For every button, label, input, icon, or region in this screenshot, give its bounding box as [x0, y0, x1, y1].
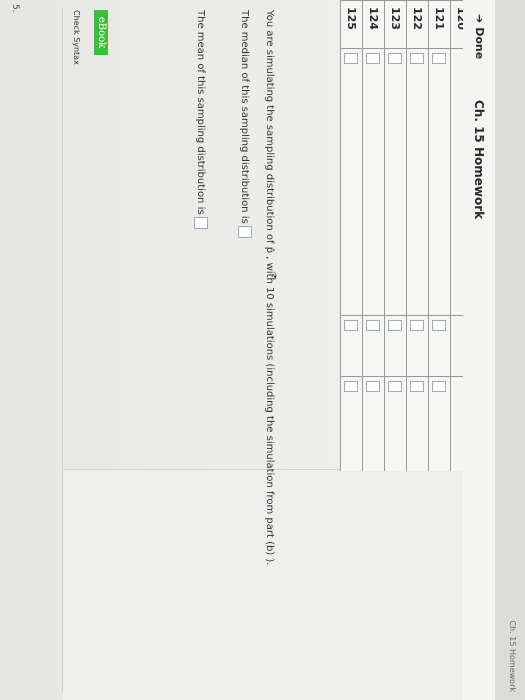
rotated-screen: Ch. 15 Homework ➔ Done Ch. 15 Homework 12… [0, 0, 525, 700]
row-number: 121 [429, 1, 450, 49]
question-intro: You are simulating the sampling distribu… [264, 10, 275, 566]
mean-label: The mean of this sampling distribution i… [195, 10, 206, 215]
answer-input[interactable] [388, 320, 402, 331]
row-number: 123 [385, 1, 406, 49]
row-number: 122 [407, 1, 428, 49]
table-row: 121 [428, 1, 450, 471]
row-number: 120 [451, 1, 463, 49]
answer-input[interactable] [366, 381, 380, 392]
median-label: The median of this sampling distribution… [239, 10, 250, 224]
question-text: You are simulating the sampling distribu… [182, 10, 275, 690]
done-label: Done [473, 27, 486, 60]
question-number: 5. [10, 4, 20, 13]
table-row: 123 [384, 1, 406, 471]
mean-prompt: The mean of this sampling distribution i… [194, 10, 208, 690]
median-input[interactable] [238, 225, 252, 238]
answer-input[interactable] [344, 381, 358, 392]
simulation-table: 120 121 122 123 124 125 [340, 0, 463, 471]
table-row: 122 [406, 1, 428, 471]
answer-input[interactable] [344, 320, 358, 331]
window-title: Ch. 15 Homework [508, 620, 517, 692]
answer-input[interactable] [366, 320, 380, 331]
ebook-button[interactable]: eBook [94, 10, 108, 55]
table-row: 120 [450, 1, 463, 471]
answer-input[interactable] [388, 381, 402, 392]
back-arrow-icon: ➔ [473, 14, 486, 24]
check-syntax-link[interactable]: Check Syntax [72, 10, 81, 65]
median-prompt: The median of this sampling distribution… [238, 10, 252, 690]
assignment-title: Ch. 15 Homework [472, 100, 486, 220]
table-row: 125 [340, 1, 362, 471]
answer-input[interactable] [410, 320, 424, 331]
table-row: 124 [362, 1, 384, 471]
section-divider [62, 8, 63, 692]
answer-input[interactable] [410, 53, 424, 64]
answer-input[interactable] [344, 53, 358, 64]
row-number: 124 [363, 1, 384, 49]
done-button[interactable]: ➔ Done [473, 14, 486, 59]
answer-input[interactable] [410, 381, 424, 392]
row-number: 125 [341, 1, 362, 49]
answer-input[interactable] [366, 53, 380, 64]
assignment-header: ➔ Done Ch. 15 Homework [462, 0, 495, 700]
answer-input[interactable] [432, 320, 446, 331]
answer-input[interactable] [432, 381, 446, 392]
answer-input[interactable] [388, 53, 402, 64]
mean-input[interactable] [194, 216, 208, 229]
browser-top-bar: Ch. 15 Homework [494, 0, 525, 700]
answer-input[interactable] [432, 53, 446, 64]
